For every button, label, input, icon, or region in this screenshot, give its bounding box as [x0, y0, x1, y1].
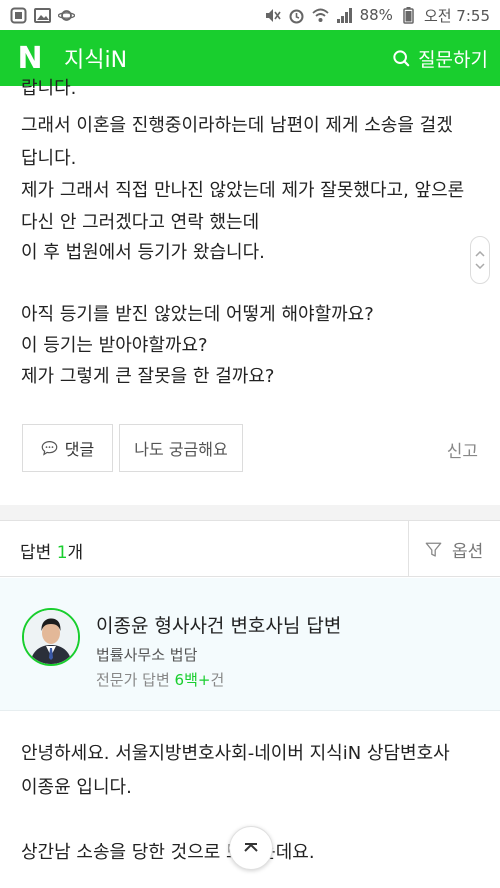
page-title[interactable]: 지식iN	[64, 42, 127, 74]
app-icon	[10, 7, 27, 24]
status-right: 88% 오전 7:55	[264, 5, 490, 26]
question-line: 랍니다.	[21, 78, 77, 99]
filter-icon	[425, 541, 442, 558]
answers-header: 답변 1개 옵션	[0, 521, 500, 577]
answerer-name[interactable]: 이종윤 형사사건 변호사님 답변	[96, 611, 341, 638]
answerer-organization: 법률사무소 법담	[96, 646, 198, 664]
answers-count: 1	[56, 543, 68, 563]
speech-bubble-icon	[41, 440, 58, 457]
ask-question-label: 질문하기	[418, 48, 488, 71]
ask-question-button[interactable]: 질문하기	[393, 45, 488, 72]
report-link[interactable]: 신고	[447, 437, 478, 462]
question-line: 그래서 이혼을 진행중이라하는데 남편이 제게 소송을 걸겠	[21, 115, 453, 136]
answerer-profile: 이종윤 형사사건 변호사님 답변 법률사무소 법담 전문가 답변 6백+건	[0, 578, 500, 711]
answer-line: 안녕하세요. 서울지방변호사회-네이버 지식iN 상담변호사	[21, 743, 450, 764]
mute-icon	[264, 7, 281, 24]
options-label: 옵션	[452, 542, 484, 562]
question-line: 다신 안 그러겠다고 연락 했는데	[21, 212, 260, 233]
clock: 오전 7:55	[423, 6, 490, 25]
question-line: 답니다.	[21, 148, 77, 169]
logo-letter: N	[17, 40, 43, 76]
planet-icon	[58, 7, 75, 24]
status-left	[10, 7, 75, 24]
options-separator	[408, 521, 409, 577]
expert-count: 6백+	[174, 671, 211, 689]
chevron-up-icon	[475, 251, 485, 257]
question-actions: 댓글 나도 궁금해요 신고	[0, 424, 500, 474]
comment-button[interactable]: 댓글	[22, 424, 113, 472]
alarm-icon	[288, 7, 305, 24]
status-bar: 88% 오전 7:55	[0, 0, 500, 30]
chevron-up-icon	[244, 843, 258, 852]
me-too-curious-label: 나도 궁금해요	[134, 440, 228, 459]
question-line: 제가 그렇게 큰 잘못을 한 걸까요?	[21, 366, 275, 387]
scroll-to-top-button[interactable]	[229, 826, 273, 870]
chevron-down-icon	[475, 263, 485, 269]
expert-answer-count: 전문가 답변 6백+건	[96, 669, 224, 690]
battery-percent: 88%	[359, 6, 393, 24]
expert-prefix: 전문가 답변	[96, 671, 175, 689]
question-line: 이 등기는 받아야할까요?	[21, 335, 208, 356]
answers-title-suffix: 개	[67, 543, 84, 563]
search-icon	[393, 49, 410, 67]
scroll-handle[interactable]	[470, 236, 490, 284]
question-line: 제가 그래서 직접 만나진 않았는데 제가 잘못했다고, 앞으론	[21, 180, 465, 201]
naver-logo[interactable]: N	[12, 40, 48, 76]
question-line: 이 후 법원에서 등기가 왔습니다.	[21, 242, 265, 263]
answers-count-title: 답변 1개	[20, 538, 83, 563]
gallery-icon	[34, 7, 51, 24]
section-divider	[0, 505, 500, 521]
options-button[interactable]: 옵션	[425, 537, 483, 562]
signal-icon	[336, 7, 353, 24]
answers-title-prefix: 답변	[20, 543, 57, 563]
answer-line: 이종윤 입니다.	[21, 777, 132, 798]
avatar[interactable]	[22, 608, 80, 666]
wifi-icon	[311, 7, 329, 24]
me-too-curious-button[interactable]: 나도 궁금해요	[119, 424, 243, 472]
comment-label: 댓글	[64, 440, 95, 459]
expert-suffix: 건	[210, 671, 225, 689]
battery-icon	[400, 6, 417, 24]
question-line: 아직 등기를 받진 않았는데 어떻게 해야할까요?	[21, 304, 374, 325]
